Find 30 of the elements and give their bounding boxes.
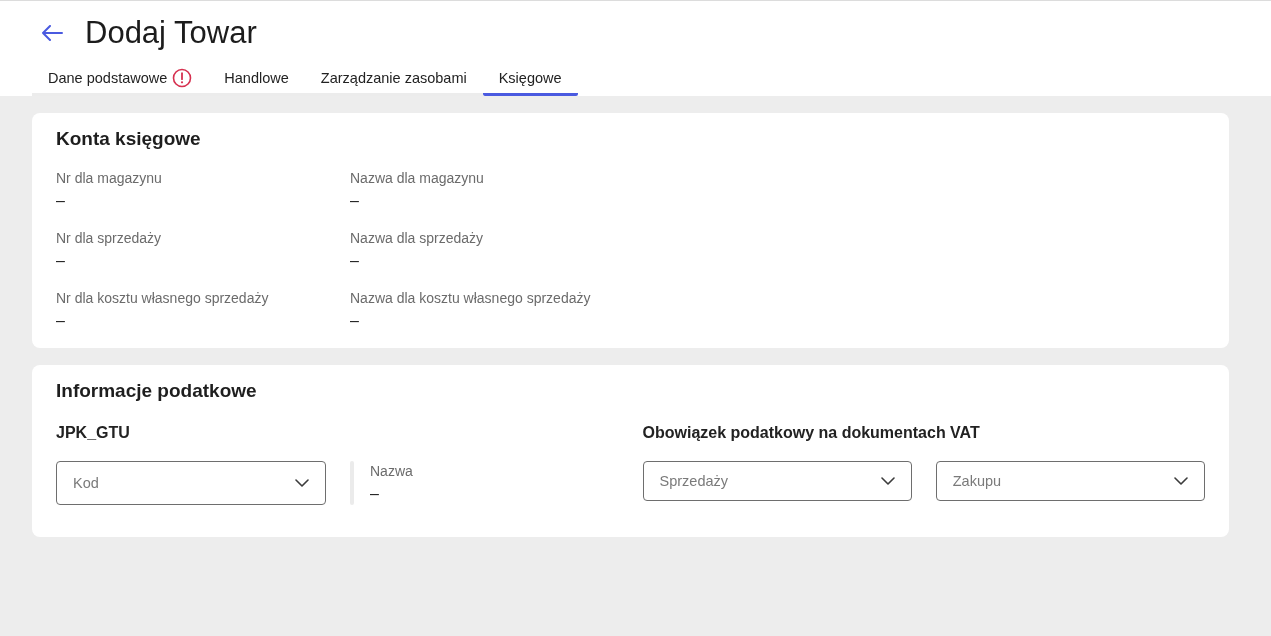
chevron-down-icon <box>1174 477 1188 485</box>
page-title: Dodaj Towar <box>85 14 257 52</box>
back-arrow-icon[interactable] <box>41 25 63 41</box>
field-label: Nazwa dla magazynu <box>350 169 484 188</box>
field-label: Nr dla kosztu własnego sprzedaży <box>56 289 269 308</box>
field-value: – <box>370 484 379 504</box>
field-label: Nr dla magazynu <box>56 169 162 188</box>
field-label: Nazwa <box>370 462 413 481</box>
card-title: Informacje podatkowe <box>56 379 258 403</box>
tab[interactable]: Dane podstawowe <box>32 65 209 96</box>
section-heading: Obowiązek podatkowy na dokumentach VAT <box>642 423 981 443</box>
tab[interactable]: Handlowe <box>208 65 305 96</box>
section-heading: JPK_GTU <box>56 423 131 443</box>
field-value: – <box>56 251 65 271</box>
card-title: Konta księgowe <box>56 127 202 151</box>
code-dropdown[interactable]: Kod <box>56 461 326 505</box>
dropdown[interactable]: Zakupu <box>935 461 1205 501</box>
tab[interactable]: Zarządzanie zasobami <box>304 65 483 96</box>
field-value: – <box>56 311 65 331</box>
field-value: – <box>350 251 359 271</box>
field-value: – <box>350 191 359 211</box>
field-label: Nazwa dla sprzedaży <box>350 229 484 248</box>
field-value: – <box>350 311 359 331</box>
field-label: Nazwa dla kosztu własnego sprzedaży <box>350 289 591 308</box>
dropdown[interactable]: Sprzedaży <box>642 461 912 501</box>
chevron-down-icon <box>880 477 895 485</box>
field-label: Nr dla sprzedaży <box>56 229 162 248</box>
tab[interactable]: Księgowe <box>482 65 578 96</box>
chevron-down-icon <box>295 479 309 487</box>
field-value: – <box>56 191 65 211</box>
